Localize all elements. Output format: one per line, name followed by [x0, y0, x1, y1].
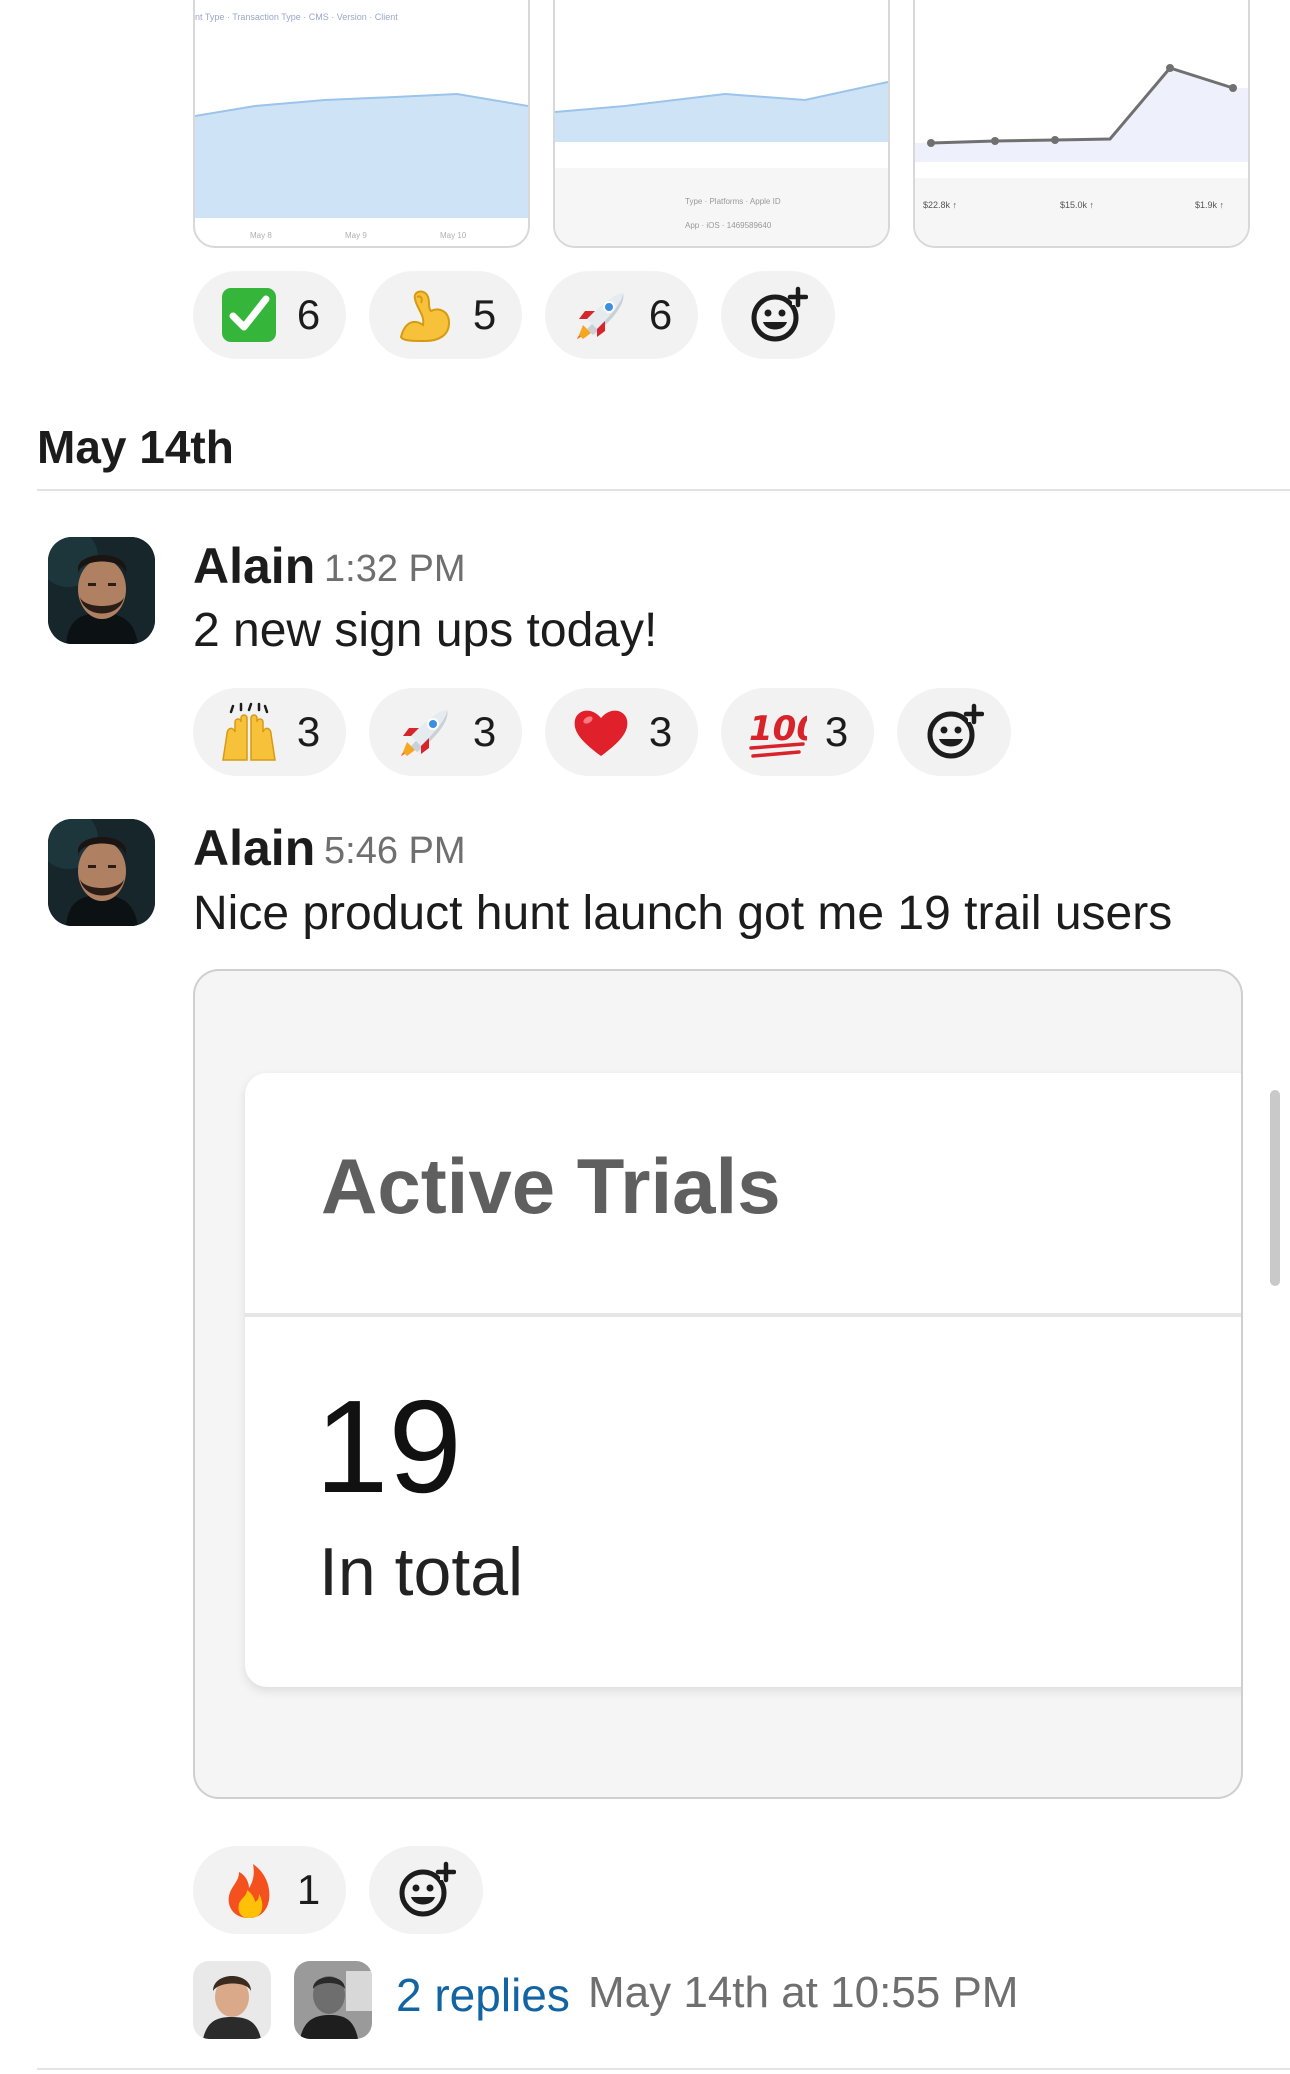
svg-text:Type · Platforms · Apple ID: Type · Platforms · Apple ID — [685, 197, 781, 206]
add-reaction-icon — [751, 286, 808, 342]
chart-thumbnail-2[interactable]: Type · Platforms · Apple ID App · iOS · … — [553, 0, 890, 248]
reaction-fire[interactable]: 1 — [193, 1846, 346, 1934]
reaction-rocket[interactable]: 6 — [545, 271, 698, 359]
card-title: Active Trials — [321, 1142, 781, 1230]
reaction-count: 6 — [296, 291, 321, 338]
chart-thumbnail-3[interactable]: $22.8k ↑ $15.0k ↑ $1.9k ↑ — [913, 0, 1250, 248]
svg-text:$22.8k ↑: $22.8k ↑ — [923, 200, 957, 210]
add-reaction-icon — [927, 703, 984, 759]
reaction-count: 1 — [296, 1866, 321, 1913]
message-author[interactable]: Alain — [193, 819, 315, 877]
date-divider — [37, 489, 1290, 491]
add-reaction-button[interactable] — [897, 688, 1011, 776]
svg-text:May 8: May 8 — [250, 231, 272, 240]
svg-text:$15.0k ↑: $15.0k ↑ — [1060, 200, 1094, 210]
image-attachment[interactable]: Active Trials 19 In total — [193, 969, 1243, 1799]
bottom-divider — [37, 2068, 1290, 2070]
reaction-check-mark[interactable]: 6 — [193, 271, 346, 359]
message-author[interactable]: Alain — [193, 537, 315, 595]
date-header: May 14th — [37, 421, 234, 473]
card-value: 19 — [315, 1373, 462, 1520]
reaction-count: 3 — [824, 708, 849, 755]
reply-avatar-1[interactable] — [193, 1961, 271, 2039]
svg-text:$1.9k ↑: $1.9k ↑ — [1195, 200, 1224, 210]
svg-text:May 9: May 9 — [345, 231, 367, 240]
reaction-rocket[interactable]: 3 — [369, 688, 522, 776]
check-mark-icon — [221, 288, 276, 342]
reply-avatar-2[interactable] — [294, 1961, 372, 2039]
reaction-raised-hands[interactable]: 3 — [193, 688, 346, 776]
flexed-biceps-icon — [399, 290, 450, 343]
reaction-flexed-biceps[interactable]: 5 — [369, 271, 522, 359]
active-trials-card: Active Trials 19 In total — [245, 1073, 1241, 1687]
message-text: 2 new sign ups today! — [193, 604, 658, 657]
reaction-count: 3 — [648, 708, 673, 755]
scrollbar[interactable] — [1270, 1090, 1280, 1286]
reaction-count: 5 — [472, 291, 497, 338]
raised-hands-icon — [221, 702, 276, 761]
fire-icon — [228, 1864, 270, 1918]
reaction-count: 3 — [296, 708, 321, 755]
message-timestamp[interactable]: 5:46 PM — [324, 830, 466, 873]
rocket-icon — [576, 293, 624, 339]
reaction-count: 6 — [648, 291, 673, 338]
red-heart-icon — [574, 710, 628, 756]
avatar[interactable] — [48, 537, 155, 644]
reaction-red-heart[interactable]: 3 — [545, 688, 698, 776]
svg-text:May 10: May 10 — [440, 231, 467, 240]
add-reaction-button[interactable] — [369, 1846, 483, 1934]
thread-replies-link[interactable]: 2 replies — [396, 1968, 570, 2022]
rocket-icon — [400, 710, 448, 756]
message-timestamp[interactable]: 1:32 PM — [324, 548, 466, 591]
add-reaction-button[interactable] — [721, 271, 835, 359]
avatar[interactable] — [48, 819, 155, 926]
add-reaction-icon — [399, 1861, 456, 1917]
thread-last-reply: May 14th at 10:55 PM — [588, 1968, 1019, 2017]
reaction-count: 3 — [472, 708, 497, 755]
card-divider — [245, 1313, 1241, 1317]
reaction-hundred-points[interactable]: 100 3 — [721, 688, 874, 776]
message-text: Nice product hunt launch got me 19 trail… — [193, 887, 1173, 940]
chart-thumbnail-1[interactable]: nt Type · Transaction Type · CMS · Versi… — [193, 0, 530, 248]
svg-text:nt Type · Transaction Type · C: nt Type · Transaction Type · CMS · Versi… — [195, 12, 398, 22]
card-subtitle: In total — [319, 1534, 524, 1610]
svg-text:App · iOS · 1469589640: App · iOS · 1469589640 — [685, 221, 772, 230]
hundred-points-icon: 100 — [749, 709, 807, 758]
